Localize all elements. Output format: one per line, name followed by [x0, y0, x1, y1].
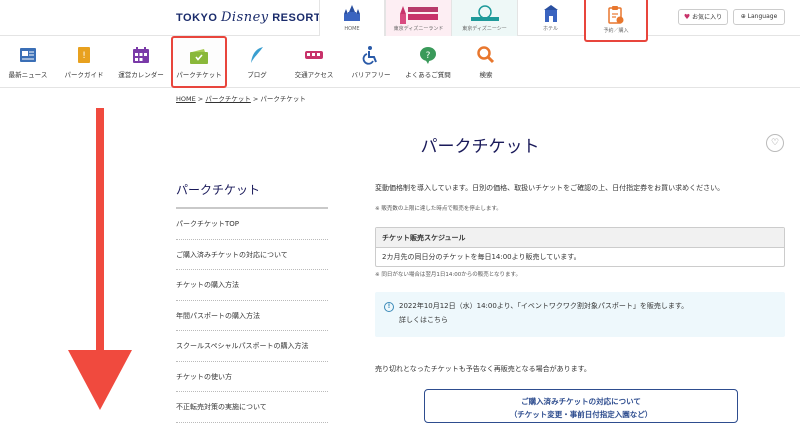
favorites-label: お気に入り: [692, 14, 723, 21]
tab-hotel[interactable]: ホテル: [517, 0, 583, 36]
purchased-tickets-button[interactable]: ご購入済みチケットの対応について （チケット変更・事前日付指定入園など）: [424, 389, 738, 423]
menu-item-blog[interactable]: ブログ: [229, 36, 285, 88]
svg-text:!: !: [82, 51, 86, 61]
logo-prefix: TOKYO: [176, 12, 221, 24]
clipboard-ticket-icon: [608, 6, 624, 24]
disneysea-globe-icon: [470, 5, 499, 21]
logo-disney: Disney: [220, 10, 269, 25]
breadcrumb-current: パークチケット: [260, 95, 306, 103]
sidebar-item-how-to-use[interactable]: チケットの使い方: [176, 362, 328, 392]
castle-icon: [344, 5, 360, 21]
menu-label-calendar: 運営カレンダー: [118, 71, 164, 79]
heart-outline-icon: ♡: [770, 138, 780, 148]
svg-text:?: ?: [426, 51, 431, 61]
sidebar-item-school-passport[interactable]: スクールスペシャルパスポートの購入方法: [176, 331, 328, 362]
info-details-link[interactable]: 詳しくはこちら: [399, 315, 448, 325]
top-header: TOKYO Disney RESORTTM HOME 東京ディズニーランド: [0, 0, 800, 42]
breadcrumb-sep: >: [250, 95, 261, 103]
news-icon: [20, 48, 36, 62]
question-bubble-icon: ?: [420, 47, 436, 64]
info-notice-text: 2022年10月12日（水）14:00より、「イベントワクワク割対象パスポート」…: [399, 302, 689, 310]
sidebar-item-how-to-buy[interactable]: チケットの購入方法: [176, 270, 328, 301]
sales-schedule-text: 2カ月先の同日分のチケットを毎日14:00より販売しています。: [382, 253, 581, 261]
menu-item-calendar[interactable]: 運営カレンダー: [113, 36, 169, 88]
menu-item-search[interactable]: 検索: [458, 36, 514, 88]
menu-item-park-guide[interactable]: ! パークガイド: [56, 36, 112, 88]
sidebar-nav: パークチケットTOP ご購入済みチケットの対応について チケットの購入方法 年間…: [176, 209, 328, 423]
menu-item-faq[interactable]: ? よくあるご質問: [400, 36, 456, 88]
globe-icon: ⊕: [740, 13, 746, 20]
menu-label-search: 検索: [479, 71, 493, 79]
language-button[interactable]: ⊕ Language: [733, 9, 785, 25]
resort-logo[interactable]: TOKYO Disney RESORTTM: [176, 10, 332, 25]
menu-label-park-ticket: パークチケット: [176, 71, 222, 79]
logo-suffix: RESORT: [268, 12, 322, 24]
tab-disneyland[interactable]: 東京ディズニーランド: [385, 0, 451, 36]
scroll-down-arrow-icon: [68, 108, 132, 410]
wheelchair-icon: [362, 46, 377, 65]
ticket-purchase-label: 予約／購入: [603, 28, 629, 34]
schedule-note: ※ 同日がない場合は翌月1日14:00からの販売となります。: [375, 272, 521, 278]
menu-item-park-ticket[interactable]: パークチケット: [171, 36, 227, 88]
main-menu: 最新ニュース ! パークガイド 運営カレンダー パークチケット ブログ 交通アク…: [0, 36, 800, 88]
train-icon: [305, 51, 323, 59]
language-label: Language: [747, 13, 778, 20]
tab-disneysea[interactable]: 東京ディズニーシー: [451, 0, 517, 36]
search-icon: [477, 46, 495, 64]
sidebar-title: パークチケット: [176, 183, 261, 197]
tab-home[interactable]: HOME: [319, 0, 385, 36]
park-guide-icon: !: [78, 47, 90, 63]
sidebar-item-ticket-top[interactable]: パークチケットTOP: [176, 209, 328, 240]
breadcrumb-sep: >: [195, 95, 206, 103]
page-title: パークチケット: [420, 137, 540, 157]
breadcrumb-parent[interactable]: パークチケット: [205, 95, 251, 103]
sales-schedule-box: チケット販売スケジュール 2カ月先の同日分のチケットを毎日14:00より販売して…: [375, 227, 785, 267]
menu-item-accessibility[interactable]: バリアフリー: [343, 36, 399, 88]
park-tabs: HOME 東京ディズニーランド 東京ディズニーシー ホテル: [319, 0, 583, 36]
ticket-icon: [190, 49, 208, 64]
tab-home-label: HOME: [344, 26, 360, 32]
disneyland-castle-icon: [399, 6, 438, 24]
sidebar-item-anti-resale[interactable]: 不正転売対策の実施について: [176, 392, 328, 423]
info-notice: ! 2022年10月12日（水）14:00より、「イベントワクワク割対象パスポー…: [375, 292, 785, 337]
sidebar-item-annual-passport[interactable]: 年間パスポートの購入方法: [176, 301, 328, 331]
tab-hotel-label: ホテル: [542, 26, 558, 32]
intro-text: 変動価格制を導入しています。日別の価格、取扱いチケットをご確認の上、日付指定券を…: [375, 184, 725, 192]
tab-disneysea-label: 東京ディズニーシー: [462, 26, 507, 32]
breadcrumb: HOME > パークチケット > パークチケット: [176, 93, 306, 103]
favorite-heart-button[interactable]: ♡: [766, 134, 784, 152]
sales-schedule-title: チケット販売スケジュール: [376, 228, 784, 248]
resale-text: 売り切れとなったチケットも予告なく再販売となる場合があります。: [375, 365, 591, 373]
menu-item-access[interactable]: 交通アクセス: [286, 36, 342, 88]
menu-item-news[interactable]: 最新ニュース: [0, 36, 56, 88]
favorites-button[interactable]: ♥ お気に入り: [678, 9, 728, 25]
heart-icon: ♥: [683, 13, 691, 21]
hotel-icon: [543, 5, 558, 22]
info-icon: !: [384, 302, 394, 312]
purchased-tickets-button-line1: ご購入済みチケットの対応について: [521, 397, 641, 406]
breadcrumb-home[interactable]: HOME: [176, 95, 196, 103]
calendar-icon: [133, 47, 149, 63]
tab-disneyland-label: 東京ディズニーランド: [393, 26, 444, 32]
feather-pen-icon: [251, 47, 263, 63]
sales-limit-note: ※ 販売数の上限に達した時点で販売を停止します。: [375, 206, 502, 212]
purchased-tickets-button-line2: （チケット変更・事前日付指定入園など）: [509, 410, 653, 419]
sidebar-item-purchased-tickets[interactable]: ご購入済みチケットの対応について: [176, 240, 328, 270]
